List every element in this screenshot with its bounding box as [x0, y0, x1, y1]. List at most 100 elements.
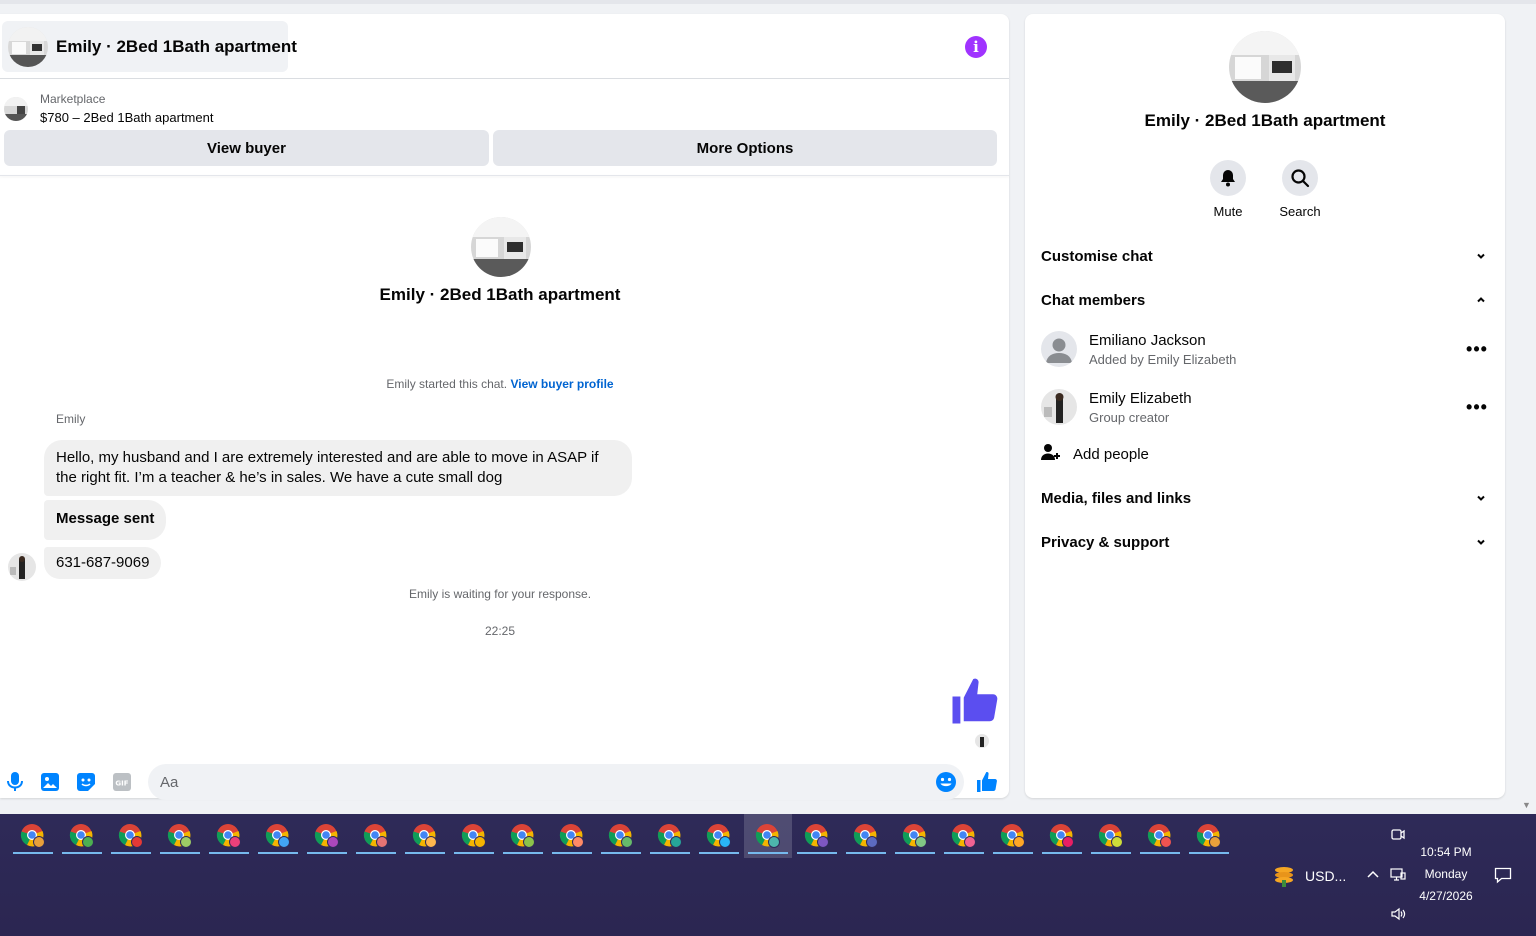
chrome-taskbar-icon[interactable] [499, 814, 547, 858]
chat-members-row[interactable]: Chat members [1041, 278, 1489, 322]
mute-button[interactable]: Mute [1188, 160, 1268, 219]
chrome-taskbar-icon[interactable] [744, 814, 792, 858]
chrome-taskbar-icon[interactable] [842, 814, 890, 858]
add-people-button[interactable]: Add people [1041, 442, 1149, 467]
listing-title: $780 – 2Bed 1Bath apartment [40, 110, 214, 125]
chevron-up-icon [1473, 292, 1489, 308]
more-options-icon[interactable]: ••• [1465, 395, 1489, 419]
mute-label: Mute [1213, 204, 1243, 219]
photo-icon[interactable] [39, 771, 61, 793]
chrome-taskbar-icon[interactable] [450, 814, 498, 858]
chat-started-notice: Emily started this chat. View buyer prof… [200, 377, 800, 391]
chrome-taskbar-icon[interactable] [793, 814, 841, 858]
chevron-up-icon[interactable] [1366, 868, 1380, 887]
member-subtitle: Group creator [1089, 409, 1170, 425]
send-thumbs-up-icon[interactable] [975, 770, 999, 794]
more-options-button[interactable]: More Options [493, 130, 997, 166]
chrome-taskbar-icon[interactable] [401, 814, 449, 858]
message-bubble[interactable]: Hello, my husband and I are extremely in… [44, 440, 632, 496]
chrome-taskbar-icon[interactable] [548, 814, 596, 858]
chrome-taskbar-icon[interactable] [352, 814, 400, 858]
currency-app-label[interactable]: USD... [1305, 868, 1346, 884]
add-person-icon [1041, 442, 1061, 467]
member-avatar [1041, 389, 1077, 425]
chrome-taskbar-icon[interactable] [1038, 814, 1086, 858]
member-subtitle: Added by Emily Elizabeth [1089, 351, 1237, 367]
media-files-label: Media, files and links [1041, 489, 1192, 507]
marketplace-listing[interactable]: Marketplace $780 – 2Bed 1Bath apartment [4, 92, 213, 125]
chat-panel: Emily · 2Bed 1Bath apartment i Marketpla… [0, 14, 1009, 800]
bell-icon [1210, 160, 1246, 196]
thumbs-up-icon[interactable] [948, 674, 1002, 728]
currency-app-icon[interactable] [1272, 864, 1296, 893]
timestamp: 22:25 [484, 624, 516, 638]
member-row[interactable]: Emiliano Jackson Added by Emily Elizabet… [1041, 323, 1489, 375]
notifications-icon[interactable] [1494, 866, 1512, 889]
search-button[interactable]: Search [1260, 160, 1340, 219]
chrome-taskbar-icon[interactable] [156, 814, 204, 858]
chat-started-text: Emily started this chat. [386, 377, 508, 391]
listing-avatar [8, 26, 48, 67]
marketplace-label: Marketplace [40, 92, 106, 106]
clock-date[interactable]: 4/27/2026 [1410, 889, 1482, 903]
chat-header-button[interactable]: Emily · 2Bed 1Bath apartment [2, 21, 297, 72]
chrome-taskbar-icon[interactable] [58, 814, 106, 858]
svg-text:GIF: GIF [115, 780, 128, 788]
conversation-avatar [471, 217, 531, 277]
message-input[interactable] [160, 772, 920, 792]
chrome-taskbar-icon[interactable] [9, 814, 57, 858]
add-people-label: Add people [1073, 446, 1149, 463]
chrome-taskbar-icon[interactable] [1136, 814, 1184, 858]
chat-info-avatar [1229, 31, 1301, 103]
chrome-taskbar-icon[interactable] [1185, 814, 1233, 858]
sender-avatar[interactable] [8, 553, 36, 581]
listing-thumbnail [4, 96, 28, 121]
scrollbar-down-arrow[interactable]: ▼ [1522, 800, 1531, 810]
emoji-icon[interactable] [935, 771, 957, 793]
default-avatar-icon [1041, 331, 1077, 367]
chrome-taskbar-icon[interactable] [597, 814, 645, 858]
microphone-icon[interactable] [4, 771, 26, 793]
message-bubble[interactable]: 631-687-9069 [44, 547, 162, 579]
privacy-support-label: Privacy & support [1041, 533, 1170, 551]
chat-info-panel: Emily · 2Bed 1Bath apartment Mute Search… [1025, 14, 1505, 798]
chat-members-label: Chat members [1041, 291, 1146, 309]
customise-chat-row[interactable]: Customise chat [1041, 234, 1489, 278]
chrome-taskbar-icon[interactable] [646, 814, 694, 858]
chrome-taskbar-icon[interactable] [989, 814, 1037, 858]
view-buyer-profile-link[interactable]: View buyer profile [510, 377, 613, 391]
meet-now-icon[interactable] [1390, 826, 1406, 847]
chevron-down-icon [1473, 490, 1489, 506]
clock-time[interactable]: 10:54 PM [1410, 845, 1482, 859]
chevron-down-icon [1473, 248, 1489, 264]
seen-avatar [975, 734, 989, 748]
view-buyer-button[interactable]: View buyer [4, 130, 489, 166]
chrome-taskbar-icon[interactable] [891, 814, 939, 858]
chrome-taskbar-icon[interactable] [107, 814, 155, 858]
chat-info-title: Emily · 2Bed 1Bath apartment [1144, 111, 1386, 130]
taskbar: USD... 10:54 PM Monday 4/27/2026 [0, 814, 1536, 936]
waiting-notice: Emily is waiting for your response. [408, 587, 592, 601]
volume-icon[interactable] [1390, 906, 1406, 927]
media-files-row[interactable]: Media, files and links [1041, 476, 1489, 520]
member-row[interactable]: Emily Elizabeth Group creator ••• [1041, 381, 1489, 433]
info-icon[interactable]: i [965, 36, 987, 58]
chrome-taskbar-icon[interactable] [205, 814, 253, 858]
message-composer[interactable] [148, 764, 964, 800]
clock-day[interactable]: Monday [1410, 867, 1482, 881]
chrome-taskbar-icon[interactable] [940, 814, 988, 858]
network-icon[interactable] [1390, 867, 1406, 888]
browser-top-edge [0, 0, 1536, 4]
search-icon [1282, 160, 1318, 196]
sticker-icon[interactable] [75, 771, 97, 793]
chrome-taskbar-icon[interactable] [303, 814, 351, 858]
message-bubble[interactable]: Message sent [44, 500, 167, 540]
gif-icon[interactable]: GIF [111, 771, 133, 793]
chrome-taskbar-icon[interactable] [254, 814, 302, 858]
chrome-taskbar-icon[interactable] [1087, 814, 1135, 858]
chevron-down-icon [1473, 534, 1489, 550]
chat-title: Emily · 2Bed 1Bath apartment [56, 36, 297, 56]
chrome-taskbar-icon[interactable] [695, 814, 743, 858]
more-options-icon[interactable]: ••• [1465, 337, 1489, 361]
privacy-support-row[interactable]: Privacy & support [1041, 520, 1489, 564]
